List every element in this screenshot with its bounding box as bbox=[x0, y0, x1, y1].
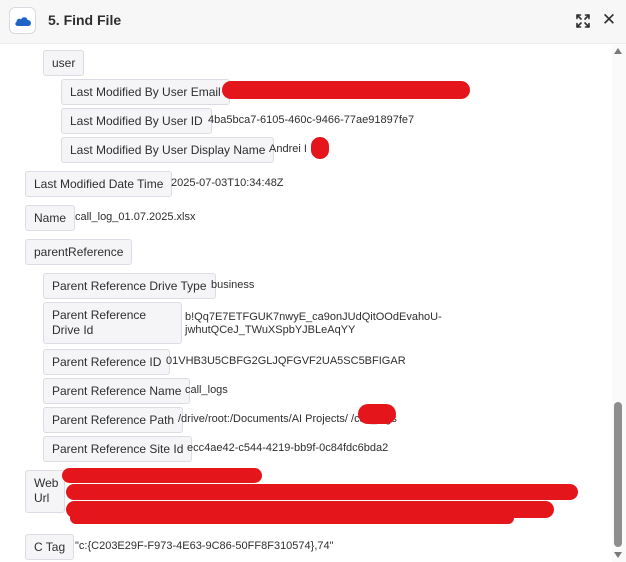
field-value-name: call_log_01.07.2025.xlsx bbox=[75, 211, 196, 223]
close-icon[interactable]: ✕ bbox=[600, 11, 618, 29]
redaction-mark bbox=[311, 137, 329, 159]
field-key-name[interactable]: Name bbox=[25, 205, 76, 231]
field-key-last-modified-by-user-email[interactable]: Last Modified By User Email bbox=[61, 79, 230, 105]
field-key-last-modified-by-user-id[interactable]: Last Modified By User ID bbox=[61, 108, 212, 134]
field-value-last-modified-by-user-id: 4ba5bca7-6105-460c-9466-77ae91897fe7 bbox=[208, 114, 415, 126]
field-key-parent-reference-name[interactable]: Parent Reference Name bbox=[43, 378, 191, 404]
field-key-c-tag[interactable]: C Tag bbox=[25, 534, 75, 560]
field-key-parent-reference-id[interactable]: Parent Reference ID bbox=[43, 349, 171, 375]
expand-arrows-icon[interactable] bbox=[574, 12, 592, 30]
panel-header: 5. Find File ✕ bbox=[0, 0, 626, 44]
field-value-parent-reference-site-id: ecc4ae42-c544-4219-bb9f-0c84fdc6bda2 bbox=[187, 442, 389, 454]
field-key-parent-reference-drive-id[interactable]: Parent Reference Drive Id bbox=[43, 302, 182, 344]
scroll-up-arrow-icon[interactable] bbox=[614, 48, 622, 54]
field-key-parent-reference[interactable]: parentReference bbox=[25, 239, 133, 265]
redaction-mark bbox=[66, 484, 578, 500]
scroll-down-arrow-icon[interactable] bbox=[614, 552, 622, 558]
field-value-parent-reference-drive-type: business bbox=[211, 279, 255, 291]
output-fields: user Last Modified By User Email Last Mo… bbox=[0, 44, 612, 562]
redaction-mark bbox=[222, 81, 470, 99]
field-value-last-modified-date-time: 2025-07-03T10:34:48Z bbox=[171, 177, 284, 189]
field-value-parent-reference-name: call_logs bbox=[185, 384, 228, 396]
field-key-parent-reference-path[interactable]: Parent Reference Path bbox=[43, 407, 184, 433]
field-key-parent-reference-site-id[interactable]: Parent Reference Site Id bbox=[43, 436, 193, 462]
field-value-c-tag: "c:{C203E29F-F973-4E63-9C86-50FF8F310574… bbox=[75, 540, 334, 552]
redaction-mark bbox=[70, 512, 514, 524]
redaction-mark bbox=[358, 404, 396, 424]
field-value-parent-reference-id: 01VHB3U5CBFG2GLJQFGVF2UA5SC5BFIGAR bbox=[166, 355, 406, 367]
field-key-user[interactable]: user bbox=[43, 50, 85, 76]
field-key-web-url[interactable]: Web Url bbox=[25, 470, 65, 513]
field-value-last-modified-by-user-display-name: Andrei I bbox=[269, 143, 307, 155]
field-key-last-modified-date-time[interactable]: Last Modified Date Time bbox=[25, 171, 173, 197]
redaction-mark bbox=[62, 468, 262, 483]
scrollbar-thumb[interactable] bbox=[614, 402, 622, 547]
field-value-parent-reference-drive-id: b!Qq7E7ETFGUK7nwyE_ca9onJUdQitOOdEvahoU-… bbox=[185, 311, 442, 336]
field-key-parent-reference-drive-type[interactable]: Parent Reference Drive Type bbox=[43, 273, 216, 299]
onedrive-cloud-icon bbox=[9, 7, 36, 34]
step-title: 5. Find File bbox=[48, 12, 122, 28]
field-key-last-modified-by-user-display-name[interactable]: Last Modified By User Display Name bbox=[61, 137, 275, 163]
